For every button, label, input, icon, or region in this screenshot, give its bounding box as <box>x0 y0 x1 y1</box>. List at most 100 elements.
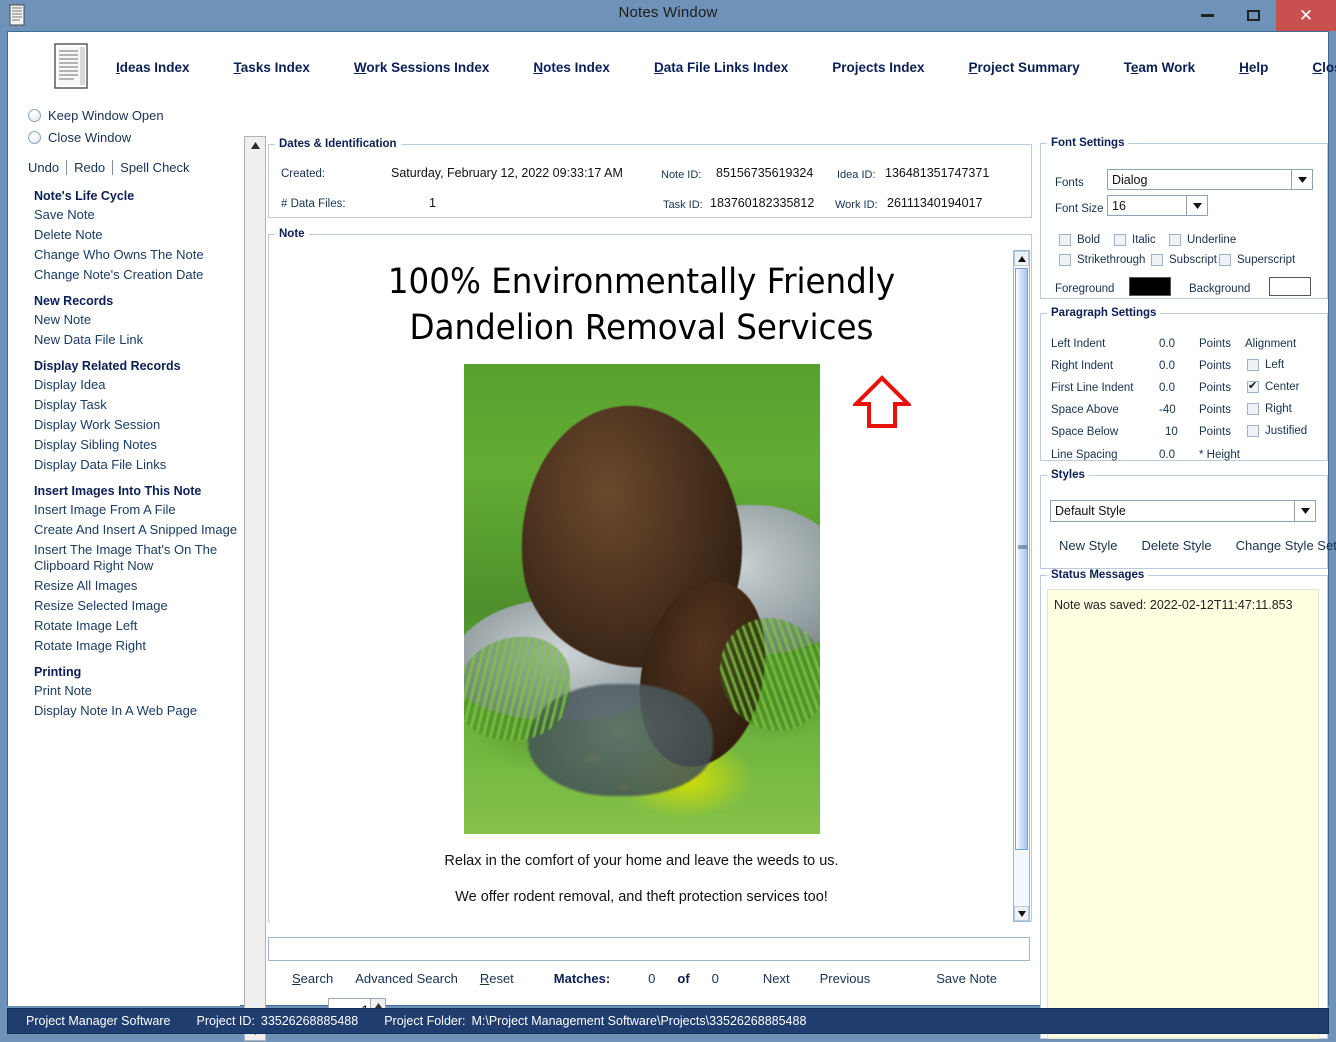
note-scrollbar[interactable] <box>1013 250 1030 922</box>
sidebar-item-resize-selected-image[interactable]: Resize Selected Image <box>8 596 240 616</box>
radio-keep-window-open[interactable]: Keep Window Open <box>8 104 240 126</box>
bear-photo[interactable] <box>463 364 820 834</box>
save-note-button[interactable]: Save Note <box>936 971 997 986</box>
minimize-button[interactable] <box>1184 0 1230 31</box>
fonts-label: Fonts <box>1055 177 1084 189</box>
maximize-button[interactable] <box>1230 0 1276 31</box>
nav-data-file-links-index[interactable]: Data File Links Index <box>654 60 788 75</box>
right-panel: Font Settings Fonts Dialog Font Size 16 … <box>1038 132 1336 1042</box>
sidebar-item-delete-note[interactable]: Delete Note <box>8 225 240 245</box>
sidebar-item-rotate-image-left[interactable]: Rotate Image Left <box>8 616 240 636</box>
sidebar-item-insert-image-from-file[interactable]: Insert Image From A File <box>8 500 240 520</box>
first-line-indent-unit: Points <box>1199 382 1231 394</box>
sidebar-item-print-note[interactable]: Print Note <box>8 681 240 701</box>
redo-button[interactable]: Redo <box>67 160 112 175</box>
align-center-checkbox[interactable] <box>1247 379 1259 393</box>
sidebar-item-insert-snipped-image[interactable]: Create And Insert A Snipped Image <box>8 520 240 540</box>
bold-checkbox[interactable] <box>1059 234 1071 246</box>
sidebar-item-new-note[interactable]: New Note <box>8 310 240 330</box>
work-id-value: 26111340194017 <box>887 196 983 210</box>
strikethrough-checkbox[interactable] <box>1059 254 1071 266</box>
radio-icon <box>28 130 41 144</box>
radio-close-window[interactable]: Close Window <box>8 126 240 148</box>
superscript-checkbox[interactable] <box>1219 254 1231 266</box>
sidebar-item-display-idea[interactable]: Display Idea <box>8 375 240 395</box>
align-justified-checkbox[interactable] <box>1247 425 1259 437</box>
sidebar-scrollbar[interactable] <box>244 136 266 1041</box>
previous-button[interactable]: Previous <box>820 971 871 986</box>
nav-tasks-index[interactable]: Tasks Index <box>234 60 310 75</box>
sidebar-item-display-task[interactable]: Display Task <box>8 395 240 415</box>
undo-button[interactable]: Undo <box>28 160 66 175</box>
sidebar-item-rotate-image-right[interactable]: Rotate Image Right <box>8 636 240 656</box>
sidebar: Keep Window Open Close Window Undo Redo … <box>8 104 240 1006</box>
window-controls: ✕ <box>1184 0 1336 31</box>
sidebar-item-save-note[interactable]: Save Note <box>8 205 240 225</box>
spell-check-button[interactable]: Spell Check <box>113 160 196 175</box>
chevron-down-icon[interactable] <box>1294 501 1315 521</box>
search-input[interactable] <box>268 937 1030 961</box>
right-indent-unit: Points <box>1199 360 1231 372</box>
sidebar-item-display-sibling-notes[interactable]: Display Sibling Notes <box>8 435 240 455</box>
nav-close-program[interactable]: Close Program <box>1312 60 1336 75</box>
status-bar: Project Manager Software Project ID: 335… <box>7 1008 1329 1034</box>
chevron-down-icon[interactable] <box>1186 196 1207 215</box>
font-size-value: 16 <box>1112 198 1126 213</box>
center-panel: Dates & Identification Created: Saturday… <box>266 132 1084 1042</box>
note-body-line1: Relax in the comfort of your home and le… <box>444 853 839 869</box>
delete-style-button[interactable]: Delete Style <box>1142 538 1212 553</box>
style-select[interactable]: Default Style <box>1050 500 1316 522</box>
new-style-button[interactable]: New Style <box>1059 538 1118 553</box>
nav-project-summary[interactable]: Project Summary <box>969 60 1080 75</box>
nav-projects-index[interactable]: Projects Index <box>832 60 924 75</box>
close-button[interactable]: ✕ <box>1276 0 1336 31</box>
header-bar: Ideas Index Tasks Index Work Sessions In… <box>8 32 1336 103</box>
search-button[interactable]: Search <box>292 971 333 986</box>
statusbar-folder-label: Project Folder: <box>384 1014 466 1028</box>
underline-checkbox[interactable] <box>1169 234 1181 246</box>
align-left-checkbox[interactable] <box>1247 359 1259 371</box>
chevron-down-icon[interactable] <box>1291 170 1312 189</box>
foreground-color-swatch[interactable] <box>1129 277 1171 296</box>
scroll-up-icon[interactable] <box>245 137 265 154</box>
nav-work-sessions-index[interactable]: Work Sessions Index <box>354 60 490 75</box>
font-family-select[interactable]: Dialog <box>1107 169 1313 190</box>
status-messages-box[interactable]: Note was saved: 2022-02-12T11:47:11.853 <box>1047 589 1319 1039</box>
nav-help[interactable]: Help <box>1239 60 1268 75</box>
nav-team-work[interactable]: Team Work <box>1124 60 1196 75</box>
sidebar-item-insert-clipboard-image[interactable]: Insert The Image That's On The Clipboard… <box>8 540 240 576</box>
nav-notes-index[interactable]: Notes Index <box>533 60 610 75</box>
advanced-search-button[interactable]: Advanced Search <box>355 971 458 986</box>
note-editor[interactable]: 100% Environmentally Friendly Dandelion … <box>270 250 1013 922</box>
background-color-swatch[interactable] <box>1269 277 1311 296</box>
align-left-label: Left <box>1265 359 1285 371</box>
sidebar-item-new-data-file-link[interactable]: New Data File Link <box>8 330 240 350</box>
sidebar-item-display-work-session[interactable]: Display Work Session <box>8 415 240 435</box>
note-scroll-down-icon[interactable] <box>1014 906 1029 921</box>
subscript-checkbox[interactable] <box>1151 254 1163 266</box>
radio-label: Keep Window Open <box>48 107 164 123</box>
next-button[interactable]: Next <box>763 971 790 986</box>
client-area: Ideas Index Tasks Index Work Sessions In… <box>7 31 1336 1041</box>
window-title: Notes Window <box>618 4 718 21</box>
superscript-label: Superscript <box>1237 254 1296 266</box>
note-scroll-thumb[interactable] <box>1015 268 1028 850</box>
font-size-select[interactable]: 16 <box>1107 195 1208 216</box>
note-scroll-up-icon[interactable] <box>1014 251 1029 266</box>
statusbar-project-id-label: Project ID: <box>196 1014 255 1028</box>
dates-identification-group: Dates & Identification Created: Saturday… <box>268 138 1032 218</box>
radio-label: Close Window <box>48 129 132 145</box>
reset-button[interactable]: Reset <box>480 971 514 986</box>
radio-icon <box>28 108 41 122</box>
styles-group: Styles Default Style New Style Delete St… <box>1040 469 1336 569</box>
sidebar-item-resize-all-images[interactable]: Resize All Images <box>8 576 240 596</box>
sidebar-item-change-owner[interactable]: Change Who Owns The Note <box>8 245 240 265</box>
nav-ideas-index[interactable]: Ideas Index <box>116 60 190 75</box>
align-right-checkbox[interactable] <box>1247 403 1259 415</box>
change-style-settings-button[interactable]: Change Style Settings <box>1236 538 1336 553</box>
sidebar-item-display-note-web-page[interactable]: Display Note In A Web Page <box>8 701 240 721</box>
sidebar-item-display-data-file-links[interactable]: Display Data File Links <box>8 455 240 475</box>
sidebar-group-title-life-cycle: Note's Life Cycle <box>34 189 135 203</box>
italic-checkbox[interactable] <box>1114 234 1126 246</box>
sidebar-item-change-creation-date[interactable]: Change Note's Creation Date <box>8 265 240 285</box>
